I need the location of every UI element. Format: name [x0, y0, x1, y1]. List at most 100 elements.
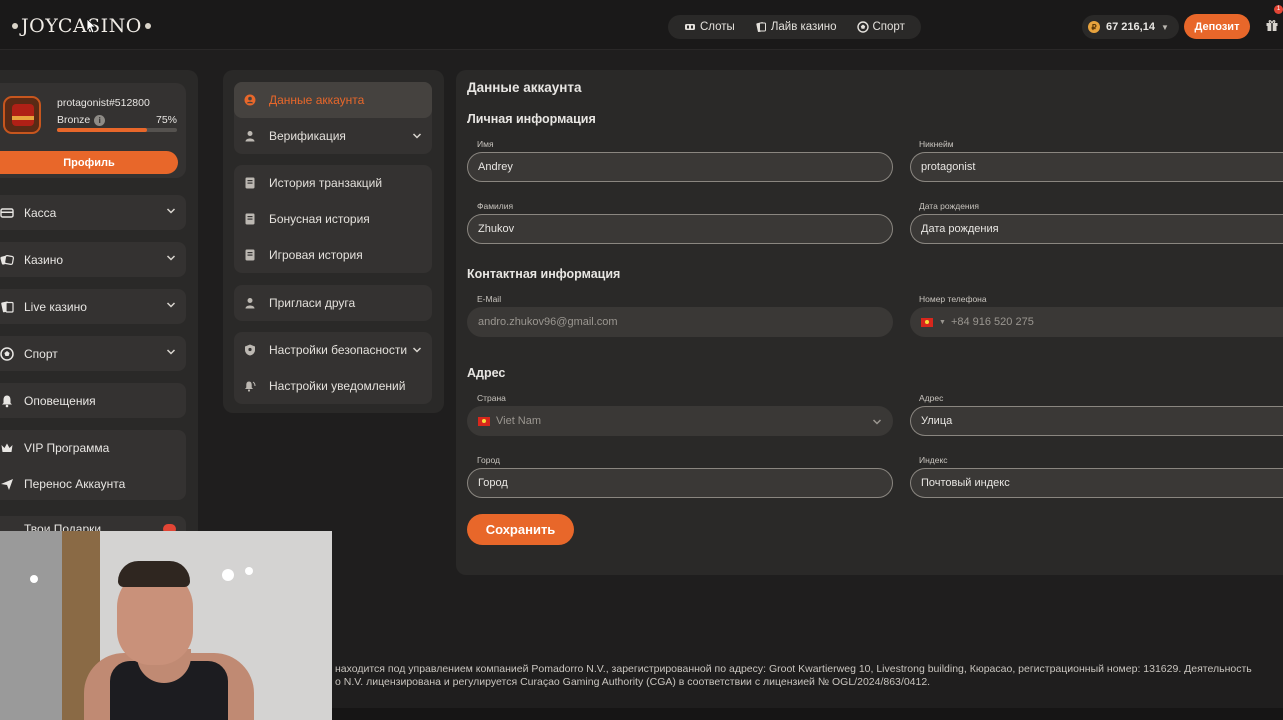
sport-ball-icon	[856, 21, 869, 33]
logo-dot-left	[12, 23, 18, 29]
chevron-down-icon	[166, 255, 176, 261]
webcam-person-hair	[118, 561, 190, 587]
phone-value: +84 916 520 275	[950, 316, 1034, 328]
zip-field[interactable]: Почтовый индекс	[910, 468, 1283, 498]
coin-icon: ₽	[1088, 21, 1100, 33]
sidebar-item-cashier[interactable]: Касса	[0, 195, 186, 230]
document-icon	[244, 249, 256, 261]
account-menu-item-bonus-history[interactable]: Бонусная история	[234, 201, 432, 237]
account-menu-label: Игровая история	[269, 248, 363, 262]
page-title: Данные аккаунта	[467, 80, 582, 95]
chevron-down-icon	[872, 419, 882, 425]
birthdate-field[interactable]: Дата рождения	[910, 214, 1283, 244]
first-name-label: Имя	[477, 139, 494, 149]
account-menu-item-notification-settings[interactable]: Настройки уведомлений	[234, 368, 432, 404]
avatar[interactable]	[3, 96, 41, 134]
live-casino-icon	[755, 21, 767, 33]
last-name-field[interactable]: Zhukov	[467, 214, 893, 244]
last-name-value: Zhukov	[478, 223, 515, 235]
zip-label: Индекс	[919, 455, 948, 465]
webcam-ceiling-light	[222, 569, 234, 581]
document-icon	[244, 213, 256, 225]
country-select[interactable]: Viet Nam	[467, 406, 893, 436]
street-placeholder: Улица	[921, 415, 953, 427]
person-icon	[244, 297, 256, 309]
chevron-down-icon	[412, 347, 422, 353]
nav-sport-label: Спорт	[872, 21, 905, 33]
avatar-hat-shape	[12, 104, 34, 126]
sidebar-item-casino[interactable]: Казино	[0, 242, 186, 277]
deposit-button[interactable]: Депозит	[1184, 14, 1250, 39]
sidebar-item-label: Оповещения	[24, 393, 96, 408]
account-menu-label: Пригласи друга	[269, 296, 356, 310]
first-name-value: Andrey	[478, 161, 513, 173]
account-menu-label: Верификация	[269, 129, 346, 143]
email-label: E-Mail	[477, 294, 502, 304]
nav-slots[interactable]: Слоты	[674, 15, 745, 39]
street-field[interactable]: Улица	[910, 406, 1283, 436]
mouse-cursor-icon	[86, 18, 96, 34]
username: protagonist#512800	[57, 97, 150, 109]
logo-text: JOYCASINO	[21, 15, 142, 37]
person-icon	[244, 130, 256, 142]
first-name-field[interactable]: Andrey	[467, 152, 893, 182]
footer-legal-text: находится под управлением компанией Poma…	[335, 663, 1275, 689]
chevron-down-icon	[166, 302, 176, 308]
last-name-label: Фамилия	[477, 201, 514, 211]
account-menu-label: Настройки уведомлений	[269, 379, 406, 393]
live-icon	[0, 300, 14, 314]
personal-info-heading: Личная информация	[467, 112, 596, 126]
footer-line-1: находится под управлением компанией Poma…	[335, 663, 1252, 675]
account-menu-item-transactions[interactable]: История транзакций	[234, 165, 432, 201]
cashier-icon	[0, 206, 14, 220]
vietnam-flag-icon	[478, 416, 490, 426]
sidebar-item-label: Перенос Аккаунта	[24, 476, 126, 491]
account-menu-item-account-data[interactable]: Данные аккаунта	[234, 82, 432, 118]
nav-live-casino[interactable]: Лайв казино	[745, 15, 847, 39]
address-label: Адрес	[919, 393, 944, 403]
sidebar-item-label: VIP Программа	[24, 440, 110, 455]
phone-label: Номер телефона	[919, 294, 987, 304]
rank-progress-fill	[57, 128, 147, 132]
sidebar-item-notifications[interactable]: Оповещения	[0, 383, 186, 418]
info-icon[interactable]: i	[94, 114, 106, 126]
gift-icon[interactable]	[1265, 18, 1279, 32]
phone-field[interactable]: ▼ +84 916 520 275	[910, 307, 1283, 337]
sidebar-item-account-transfer[interactable]: Перенос Аккаунта	[0, 466, 186, 501]
sidebar-item-vip[interactable]: VIP Программа	[0, 430, 186, 465]
city-label: Город	[477, 455, 500, 465]
chevron-down-icon: ▼	[1160, 22, 1169, 32]
nav-sport[interactable]: Спорт	[847, 15, 915, 39]
profile-button[interactable]: Профиль	[0, 151, 178, 174]
country-value: Viet Nam	[496, 415, 542, 427]
nickname-field[interactable]: protagonist	[910, 152, 1283, 182]
user-circle-icon	[244, 94, 256, 106]
balance-dropdown[interactable]: ₽ 67 216,14 ▼	[1082, 15, 1179, 39]
account-menu-item-invite-friend[interactable]: Пригласи друга	[234, 285, 432, 321]
nav-live-casino-label: Лайв казино	[770, 21, 837, 33]
birthdate-placeholder: Дата рождения	[921, 223, 999, 235]
crown-icon	[0, 441, 14, 455]
bell-icon	[0, 394, 14, 408]
email-field[interactable]: andro.zhukov96@gmail.com	[467, 307, 893, 337]
sidebar-item-live-casino[interactable]: Live казино	[0, 289, 186, 324]
city-field[interactable]: Город	[467, 468, 893, 498]
joycasino-logo[interactable]: JOYCASINO	[12, 12, 151, 40]
nickname-value: protagonist	[921, 161, 976, 173]
shield-icon	[244, 344, 256, 356]
chevron-down-icon	[412, 133, 422, 139]
logo-dot-right	[144, 23, 151, 29]
account-menu-item-security[interactable]: Настройки безопасности	[234, 332, 432, 368]
account-menu-item-game-history[interactable]: Игровая история	[234, 237, 432, 273]
birthdate-label: Дата рождения	[919, 201, 979, 211]
save-button[interactable]: Сохранить	[467, 514, 574, 545]
sidebar-item-sport[interactable]: Спорт	[0, 336, 186, 371]
balance-amount: 67 216,14	[1106, 21, 1155, 33]
city-placeholder: Город	[478, 477, 508, 489]
webcam-ceiling-light	[245, 567, 253, 575]
footer-line-2: o N.V. лицензирована и регулируется Cura…	[335, 676, 931, 688]
sidebar-item-label: Касса	[24, 205, 57, 220]
account-menu-item-verification[interactable]: Верификация	[234, 118, 432, 154]
slots-icon	[684, 21, 696, 33]
sport-icon	[0, 346, 14, 361]
